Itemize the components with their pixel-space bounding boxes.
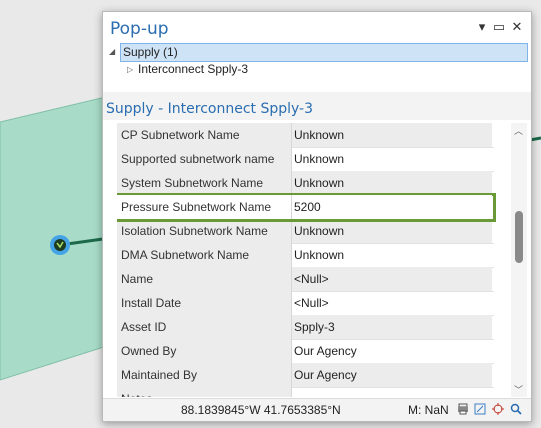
table-row-highlighted: Pressure Subnetwork Name 5200 [117,193,496,222]
vertical-scrollbar[interactable]: ︿ ﹀ [511,123,527,397]
coordinate-readout: 88.1839845°W 41.7653385°N [181,403,341,417]
popup-titlebar: Pop-up ▾ ▭ ✕ [103,12,531,44]
attribute-name: Isolation Subnetwork Name [117,219,292,243]
attribute-table: CP Subnetwork Name Unknown Supported sub… [117,123,511,397]
expand-icon[interactable]: ▷ [127,65,133,74]
attribute-name: Supported subnetwork name [117,147,292,171]
attribute-name: Asset ID [117,315,292,339]
table-row: Install Date <Null> [117,291,494,316]
attribute-name: Owned By [117,339,292,363]
attribute-value[interactable]: Unknown [292,219,492,243]
print-icon[interactable] [457,403,469,415]
table-row: Name <Null> [117,267,494,292]
table-row: Maintained By Our Agency [117,363,494,388]
scroll-up-icon[interactable]: ︿ [514,124,523,137]
dropdown-icon[interactable]: ▾ [475,20,489,34]
collapse-icon[interactable]: ◢ [109,47,115,56]
attribute-name: Maintained By [117,363,292,387]
attribute-value[interactable]: Unknown [292,171,492,195]
tree-item-feature[interactable]: Interconnect Spply-3 [138,61,248,78]
maximize-icon[interactable]: ▭ [492,20,506,34]
m-value-readout: M: NaN [408,403,449,417]
scroll-thumb[interactable] [515,211,523,263]
table-row: DMA Subnetwork Name Unknown [117,243,494,268]
attribute-value[interactable]: <Null> [292,291,492,315]
locate-icon[interactable] [492,403,504,415]
attribute-value[interactable]: Spply-3 [292,315,492,339]
attribute-value[interactable] [292,387,492,397]
tree-item-feature-label: Interconnect Spply-3 [138,62,249,76]
table-row: CP Subnetwork Name Unknown [117,123,494,148]
attribute-value[interactable]: Our Agency [292,363,492,387]
attribute-name: DMA Subnetwork Name [117,243,292,267]
close-icon[interactable]: ✕ [510,20,524,34]
feature-tree: ◢ Supply (1) ▷ Interconnect Spply-3 [103,43,531,92]
attribute-value[interactable]: <Null> [292,267,492,291]
flash-icon[interactable] [474,403,486,415]
attribute-value[interactable]: Unknown [292,147,492,171]
table-row: Notes [117,387,494,397]
table-row: Asset ID Spply-3 [117,315,494,340]
attribute-name: Name [117,267,292,291]
popup-pane: Pop-up ▾ ▭ ✕ ◢ Supply (1) ▷ Interconnect… [102,11,532,422]
attribute-value[interactable]: Our Agency [292,339,492,363]
status-bar: 88.1839845°W 41.7653385°N M: NaN [103,398,531,421]
feature-title: Supply - Interconnect Spply-3 [106,101,314,117]
supply-point-icon[interactable] [50,235,70,255]
tree-item-layer-label: Supply (1) [123,45,178,59]
attribute-name: Install Date [117,291,292,315]
attribute-name: Notes [117,387,292,397]
scroll-down-icon[interactable]: ﹀ [514,383,523,396]
attribute-name: Pressure Subnetwork Name [117,195,292,219]
popup-title: Pop-up [110,19,169,39]
table-row: Supported subnetwork name Unknown [117,147,494,172]
attribute-name: CP Subnetwork Name [117,123,292,147]
attribute-value[interactable]: 5200 [292,195,492,219]
tree-item-layer[interactable]: Supply (1) [120,43,528,62]
table-row: Isolation Subnetwork Name Unknown [117,219,494,244]
attribute-value[interactable]: Unknown [292,123,492,147]
table-row: System Subnetwork Name Unknown [117,171,494,196]
zoom-to-icon[interactable] [510,403,522,415]
feature-header: Supply - Interconnect Spply-3 [103,92,531,120]
attribute-value[interactable]: Unknown [292,243,492,267]
attribute-name: System Subnetwork Name [117,171,292,195]
table-row: Owned By Our Agency [117,339,494,364]
